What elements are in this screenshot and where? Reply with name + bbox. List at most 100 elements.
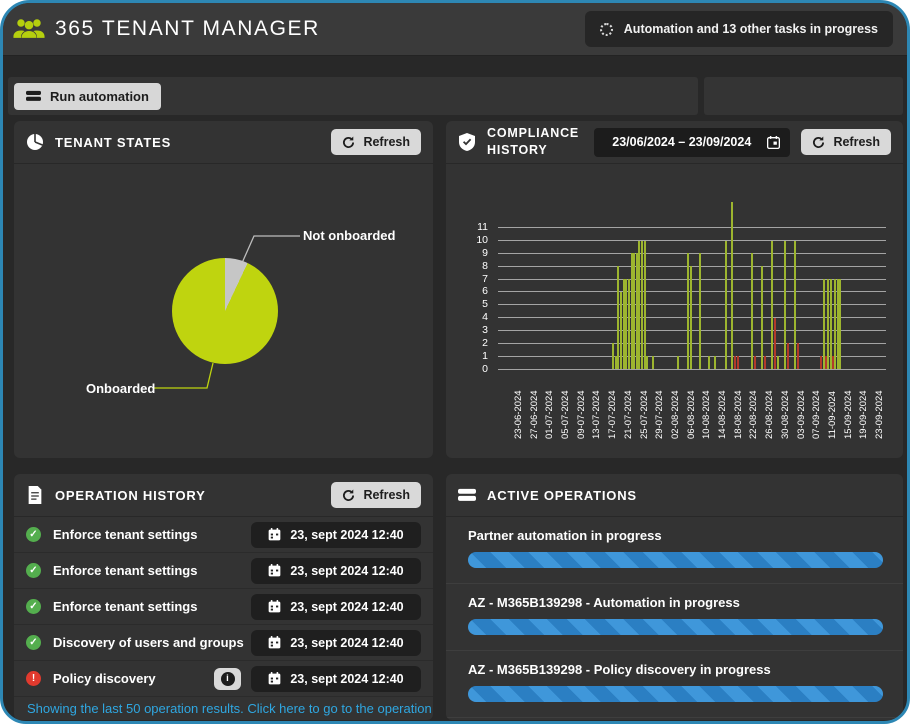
shield-check-icon xyxy=(458,133,476,151)
x-axis-label: 29-07-2024 xyxy=(654,375,666,439)
x-axis-label: 07-09-2024 xyxy=(811,375,823,439)
info-icon: i xyxy=(221,672,235,686)
status-badge-label: Automation and 13 other tasks in progres… xyxy=(624,22,878,36)
tenant-states-refresh-button[interactable]: Refresh xyxy=(331,129,421,155)
calendar-icon xyxy=(767,136,780,149)
x-axis-label: 11-09-2024 xyxy=(827,375,839,439)
operation-date-badge: 23, sept 2024 12:40 xyxy=(251,666,421,692)
operation-label: Enforce tenant settings xyxy=(53,599,197,614)
chart-bar xyxy=(612,343,614,369)
run-automation-button[interactable]: Run automation xyxy=(14,83,161,110)
y-axis-label: 0 xyxy=(464,363,488,375)
compliance-history-panel: COMPLIANCE HISTORY 23/06/2024 – 23/09/20… xyxy=(446,121,903,458)
toolbar-right-card xyxy=(704,77,903,115)
y-axis-label: 10 xyxy=(464,234,488,246)
operation-row[interactable]: ✓ Discovery of users and groups 23, sept… xyxy=(14,625,433,661)
chart-bar xyxy=(652,356,654,369)
tenant-states-panel: TENANT STATES Refresh Not onboarded Onbo… xyxy=(14,121,433,458)
y-axis-label: 4 xyxy=(464,311,488,323)
x-axis-label: 06-08-2024 xyxy=(686,375,698,439)
chart-bar xyxy=(771,241,773,370)
chart-bar xyxy=(690,266,692,369)
list-icon xyxy=(26,90,41,102)
operation-history-refresh-button[interactable]: Refresh xyxy=(331,482,421,508)
x-axis-label: 15-09-2024 xyxy=(843,375,855,439)
chart-bar xyxy=(677,356,679,369)
x-axis-label: 13-07-2024 xyxy=(591,375,603,439)
chart-bar xyxy=(633,253,635,369)
active-operation-label: AZ - M365B139298 - Policy discovery in p… xyxy=(468,662,883,677)
chart-bar xyxy=(620,292,622,369)
operation-row[interactable]: ! Policy discovery i 23, sept 2024 12:40 xyxy=(14,661,433,697)
chart-gridline xyxy=(498,227,886,228)
progress-bar xyxy=(468,552,883,568)
operation-date: 23, sept 2024 12:40 xyxy=(290,600,403,614)
toolbar: Run automation xyxy=(8,77,903,115)
active-operations-panel: ACTIVE OPERATIONS Partner automation in … xyxy=(446,474,903,720)
operation-history-header: OPERATION HISTORY Refresh xyxy=(14,474,433,517)
run-automation-label: Run automation xyxy=(50,89,149,104)
operation-history-footer-link[interactable]: Showing the last 50 operation results. C… xyxy=(14,697,433,720)
status-icon: ✓ xyxy=(26,599,41,614)
chart-bar xyxy=(797,343,799,369)
x-axis-label: 23-09-2024 xyxy=(874,375,886,439)
refresh-icon xyxy=(342,489,355,502)
operation-date: 23, sept 2024 12:40 xyxy=(290,636,403,650)
operation-date: 23, sept 2024 12:40 xyxy=(290,672,403,686)
x-axis-label: 19-09-2024 xyxy=(858,375,870,439)
y-axis-label: 1 xyxy=(464,350,488,362)
operation-row[interactable]: ✓ Enforce tenant settings 23, sept 2024 … xyxy=(14,517,433,553)
y-axis-label: 3 xyxy=(464,324,488,336)
chart-bar xyxy=(625,279,627,369)
app-window: 365 TENANT MANAGER Automation and 13 oth… xyxy=(0,0,910,724)
page-title: 365 TENANT MANAGER xyxy=(55,17,320,41)
chart-bar xyxy=(761,266,763,369)
chart-bar xyxy=(737,356,739,369)
x-axis-label: 25-07-2024 xyxy=(639,375,651,439)
operation-label: Policy discovery xyxy=(53,671,156,686)
chart-bar xyxy=(794,241,796,370)
date-range-picker[interactable]: 23/06/2024 – 23/09/2024 xyxy=(594,128,790,157)
refresh-icon xyxy=(342,136,355,149)
operation-label: Discovery of users and groups xyxy=(53,635,244,650)
operation-date-badge: 23, sept 2024 12:40 xyxy=(251,594,421,620)
pie-label-onboarded: Onboarded xyxy=(86,381,155,396)
app-header: 365 TENANT MANAGER Automation and 13 oth… xyxy=(3,3,907,56)
y-axis-label: 5 xyxy=(464,298,488,310)
chart-bar xyxy=(636,253,638,369)
progress-bar xyxy=(468,619,883,635)
info-button[interactable]: i xyxy=(214,668,241,690)
compliance-refresh-button[interactable]: Refresh xyxy=(801,129,891,155)
tasks-status-badge[interactable]: Automation and 13 other tasks in progres… xyxy=(585,11,893,47)
x-axis-label: 18-08-2024 xyxy=(733,375,745,439)
active-operations-title: ACTIVE OPERATIONS xyxy=(487,488,637,503)
chart-bar xyxy=(617,266,619,369)
chart-bar xyxy=(751,253,753,369)
operation-row[interactable]: ✓ Enforce tenant settings 23, sept 2024 … xyxy=(14,589,433,625)
users-logo-icon xyxy=(13,16,45,42)
chart-bar xyxy=(708,356,710,369)
operation-label: Enforce tenant settings xyxy=(53,527,197,542)
chart-bar xyxy=(731,202,733,369)
spinner-icon xyxy=(600,23,613,36)
y-axis-label: 11 xyxy=(464,221,488,233)
chart-gridline xyxy=(498,240,886,241)
tenant-states-title: TENANT STATES xyxy=(55,135,171,150)
active-operation-item: Partner automation in progress xyxy=(446,517,903,584)
x-axis-label: 23-06-2024 xyxy=(513,375,525,439)
y-axis-label: 6 xyxy=(464,285,488,297)
refresh-icon xyxy=(812,136,825,149)
operation-row[interactable]: ✓ Enforce tenant settings 23, sept 2024 … xyxy=(14,553,433,589)
y-axis-label: 2 xyxy=(464,337,488,349)
active-operations-header: ACTIVE OPERATIONS xyxy=(446,474,903,517)
active-operation-label: Partner automation in progress xyxy=(468,528,883,543)
tenant-pie[interactable] xyxy=(172,258,278,364)
active-operation-item: AZ - M365B139298 - Automation in progres… xyxy=(446,584,903,651)
y-axis-label: 7 xyxy=(464,273,488,285)
status-icon: ✓ xyxy=(26,563,41,578)
chart-bar xyxy=(699,253,701,369)
chart-bar xyxy=(784,241,786,370)
calendar-icon xyxy=(268,600,281,613)
main-content: TENANT STATES Refresh Not onboarded Onbo… xyxy=(14,121,903,720)
active-operation-items: Partner automation in progress AZ - M365… xyxy=(446,517,903,720)
